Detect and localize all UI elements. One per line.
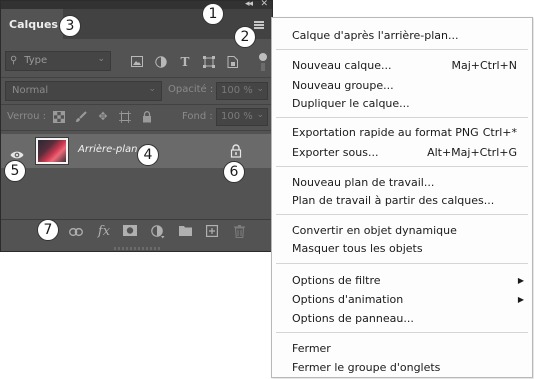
menu-item-new-layer[interactable]: Nouveau calque...	[292, 59, 391, 72]
menu-separator	[276, 214, 528, 215]
layers-panel: ◂◂ ✕ Calques ⚲ Type ⌄ T Normal ⌄ Opacité…	[0, 0, 273, 252]
callout-badge-6: 6	[223, 161, 245, 183]
fill-input[interactable]: 100 % ⌄	[216, 108, 268, 126]
panel-tab-row: Calques	[1, 9, 272, 39]
divider	[1, 77, 272, 78]
menu-shortcut: Maj+Ctrl+N	[451, 59, 517, 72]
panel-title-bar: ◂◂ ✕	[1, 0, 272, 9]
chevron-down-icon: ⌄	[256, 84, 264, 94]
blend-row: Normal ⌄ Opacité : 100 % ⌄	[1, 81, 272, 103]
new-layer-icon[interactable]	[205, 225, 219, 239]
callout-badge-5: 5	[4, 160, 26, 182]
smart-object-filter-icon[interactable]	[227, 56, 239, 68]
callout-badge-7: 7	[37, 219, 59, 241]
shape-filter-icon[interactable]	[203, 56, 215, 68]
lock-row: Verrou : ✥ Fond : 100 % ⌄	[1, 107, 272, 129]
menu-separator	[276, 332, 528, 333]
search-icon: ⚲	[10, 55, 18, 66]
menu-item-animation-options[interactable]: Options d'animation	[292, 293, 403, 306]
type-filter-icon[interactable]: T	[179, 56, 191, 68]
menu-shortcut: Ctrl+*	[482, 126, 517, 139]
screenshot-stage: ◂◂ ✕ Calques ⚲ Type ⌄ T Normal ⌄ Opacité…	[0, 0, 534, 379]
menu-item-panel-options[interactable]: Options de panneau...	[292, 312, 414, 325]
tab-layers[interactable]: Calques	[1, 9, 63, 39]
divider	[1, 104, 272, 105]
submenu-arrow-icon: ▶	[517, 295, 524, 304]
blend-mode-value: Normal	[12, 85, 49, 96]
lock-image-pixels-icon[interactable]	[75, 111, 87, 123]
menu-item-filter-options[interactable]: Options de filtre	[292, 274, 381, 287]
callout-badge-2: 2	[234, 26, 256, 48]
chevron-down-icon: ⌄	[97, 54, 105, 64]
trash-icon[interactable]	[232, 225, 246, 239]
lock-position-icon[interactable]: ✥	[97, 111, 109, 123]
lock-all-icon[interactable]	[141, 111, 153, 123]
menu-item-close-tab-group[interactable]: Fermer le groupe d'onglets	[292, 361, 440, 374]
menu-item-duplicate-layer[interactable]: Dupliquer le calque...	[292, 97, 410, 110]
filter-type-select[interactable]: ⚲ Type ⌄	[5, 51, 111, 71]
divider	[1, 130, 272, 131]
lock-label: Verrou :	[7, 111, 47, 122]
menu-item-quick-export-png[interactable]: Exportation rapide au format PNG	[292, 126, 479, 139]
folder-icon[interactable]	[178, 225, 192, 239]
callout-badge-1: 1	[202, 3, 224, 25]
fill-value: 100 %	[221, 111, 253, 122]
menu-item-hide-all-objects[interactable]: Masquer tous les objets	[292, 242, 423, 255]
filter-toggle-switch[interactable]	[259, 53, 267, 71]
image-filter-icon[interactable]	[131, 56, 143, 68]
filter-type-label: Type	[24, 55, 48, 66]
mask-icon[interactable]	[123, 225, 137, 239]
menu-item-artboard-from-layers[interactable]: Plan de travail à partir des calques...	[292, 194, 494, 207]
fx-icon[interactable]: fx	[97, 225, 111, 239]
close-panel-icon[interactable]: ✕	[260, 0, 268, 9]
layer-thumbnail[interactable]	[35, 137, 69, 165]
menu-separator	[276, 263, 528, 264]
adjustment-filter-icon[interactable]	[155, 56, 167, 68]
artboard-nesting-icon[interactable]	[119, 111, 131, 123]
menu-item-layer-from-background[interactable]: Calque d'après l'arrière-plan...	[292, 29, 458, 42]
layer-filter-row: ⚲ Type ⌄ T	[1, 47, 272, 75]
menu-item-export-as[interactable]: Exporter sous...	[292, 146, 378, 159]
callout-badge-4: 4	[137, 144, 159, 166]
menu-separator	[276, 166, 528, 167]
blend-mode-select[interactable]: Normal ⌄	[5, 81, 162, 101]
collapse-panel-icon[interactable]: ◂◂	[245, 0, 253, 9]
menu-item-new-artboard[interactable]: Nouveau plan de travail...	[292, 176, 434, 189]
opacity-input[interactable]: 100 % ⌄	[216, 82, 268, 100]
link-icon[interactable]	[69, 225, 83, 239]
fill-label: Fond :	[182, 111, 213, 122]
opacity-label: Opacité :	[168, 84, 214, 95]
lock-icon[interactable]	[230, 143, 242, 158]
submenu-arrow-icon: ▶	[517, 276, 524, 285]
menu-item-close[interactable]: Fermer	[292, 342, 331, 355]
menu-shortcut: Alt+Maj+Ctrl+G	[427, 146, 517, 159]
layer-name[interactable]: Arrière-plan	[78, 144, 137, 155]
panel-menu-icon[interactable]	[254, 21, 264, 29]
adjustment-icon[interactable]	[151, 225, 165, 239]
menu-separator	[276, 117, 528, 118]
opacity-value: 100 %	[221, 85, 253, 96]
callout-badge-3: 3	[59, 15, 81, 37]
panel-flyout-menu: Calque d'après l'arrière-plan... Nouveau…	[271, 17, 533, 378]
eye-icon[interactable]	[10, 145, 24, 159]
panel-resize-grip[interactable]	[114, 247, 162, 250]
menu-separator	[276, 49, 528, 50]
menu-item-convert-smart-object[interactable]: Convertir en objet dynamique	[292, 224, 457, 237]
chevron-down-icon: ⌄	[256, 110, 264, 120]
menu-item-new-group[interactable]: Nouveau groupe...	[292, 79, 394, 92]
lock-transparent-pixels-icon[interactable]	[53, 111, 65, 123]
chevron-down-icon: ⌄	[148, 84, 156, 94]
